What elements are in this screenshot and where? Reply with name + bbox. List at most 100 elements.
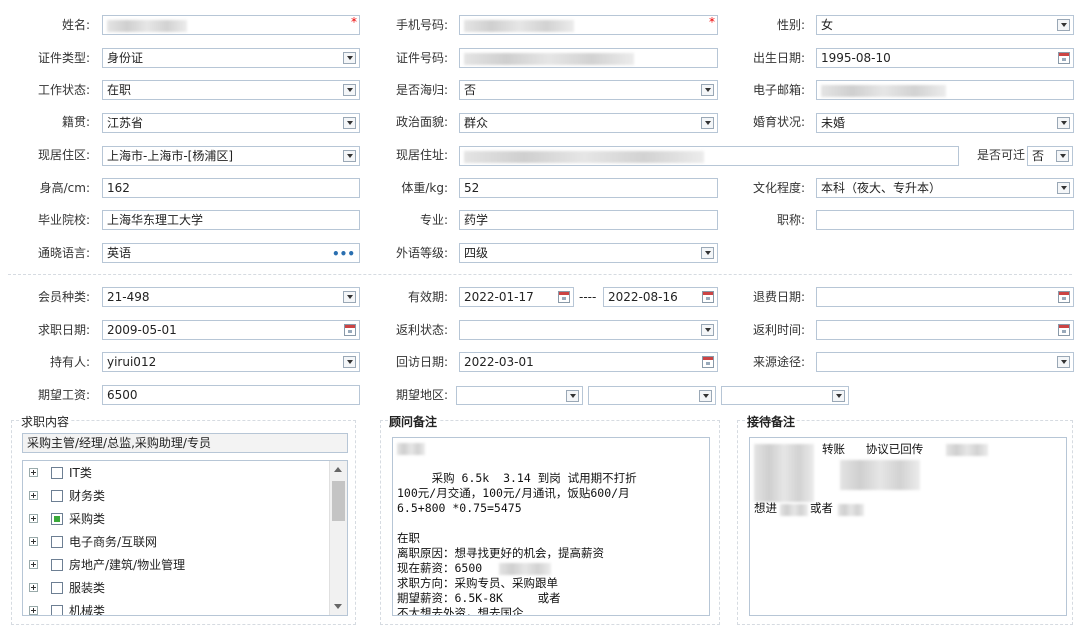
langlevel-select[interactable]: 四级 bbox=[459, 243, 718, 263]
birth-date-field[interactable]: 1995-08-10 bbox=[816, 48, 1074, 68]
scroll-down-icon[interactable] bbox=[334, 604, 342, 609]
revisit-label: 回访日期: bbox=[395, 355, 448, 369]
address-field[interactable] bbox=[459, 146, 959, 166]
chevron-down-icon[interactable] bbox=[1057, 356, 1070, 368]
redacted-text bbox=[780, 504, 808, 516]
calendar-icon[interactable] bbox=[558, 291, 570, 303]
name-label: 姓名: bbox=[61, 18, 90, 32]
title-label: 职称: bbox=[776, 213, 805, 227]
phone-field[interactable]: * bbox=[459, 15, 718, 35]
chevron-down-icon[interactable] bbox=[701, 324, 714, 336]
tree-checkbox[interactable] bbox=[51, 467, 63, 479]
chevron-down-icon[interactable] bbox=[1057, 19, 1070, 31]
revisit-date-field[interactable]: 2022-03-01 bbox=[459, 352, 718, 372]
expand-icon[interactable] bbox=[29, 537, 38, 546]
tree-checkbox[interactable] bbox=[51, 559, 63, 571]
chevron-down-icon[interactable] bbox=[1057, 182, 1070, 194]
region-district-select[interactable] bbox=[721, 386, 849, 405]
expand-icon[interactable] bbox=[29, 560, 38, 569]
phone-redacted bbox=[464, 19, 574, 32]
idtype-select[interactable]: 身份证 bbox=[102, 48, 360, 68]
tree-checkbox[interactable] bbox=[51, 536, 63, 548]
education-select[interactable]: 本科（夜大、专升本） bbox=[816, 178, 1074, 198]
calendar-icon[interactable] bbox=[1058, 291, 1070, 303]
calendar-icon[interactable] bbox=[702, 291, 714, 303]
expand-icon[interactable] bbox=[29, 468, 38, 477]
chevron-down-icon[interactable] bbox=[343, 291, 356, 303]
expand-icon[interactable] bbox=[29, 606, 38, 615]
source-select[interactable] bbox=[816, 352, 1074, 372]
chevron-down-icon[interactable] bbox=[832, 390, 845, 402]
scroll-thumb[interactable] bbox=[332, 481, 345, 521]
native-label: 籍贯: bbox=[61, 115, 90, 129]
email-field[interactable] bbox=[816, 80, 1074, 100]
validity-from-field[interactable]: 2022-01-17 bbox=[459, 287, 574, 307]
residence-select[interactable]: 上海市-上海市-[杨浦区] bbox=[102, 146, 360, 166]
major-label: 专业: bbox=[419, 213, 448, 227]
language-field[interactable]: 英语 ••• bbox=[102, 243, 360, 263]
calendar-icon[interactable] bbox=[1058, 52, 1070, 64]
chevron-down-icon[interactable] bbox=[343, 84, 356, 96]
note-line: 采购 6.5k 3.14 到岗 试用期不打折 bbox=[397, 471, 637, 485]
tree-scrollbar[interactable] bbox=[329, 461, 347, 615]
validity-to-field[interactable]: 2022-08-16 bbox=[603, 287, 718, 307]
chevron-down-icon[interactable] bbox=[701, 247, 714, 259]
tree-checkbox[interactable] bbox=[51, 582, 63, 594]
height-field[interactable]: 162 bbox=[102, 178, 360, 198]
tree-checkbox[interactable] bbox=[51, 605, 63, 615]
region-province-select[interactable] bbox=[456, 386, 583, 405]
chevron-down-icon[interactable] bbox=[1056, 150, 1069, 162]
chevron-down-icon[interactable] bbox=[701, 84, 714, 96]
consultant-title: 顾问备注 bbox=[388, 413, 439, 430]
title-field[interactable] bbox=[816, 210, 1074, 230]
weight-value: 52 bbox=[464, 181, 480, 195]
chevron-down-icon[interactable] bbox=[1057, 117, 1070, 129]
gender-value: 女 bbox=[821, 18, 834, 32]
reception-line-end-b: 或者 bbox=[810, 501, 833, 515]
school-field[interactable]: 上海华东理工大学 bbox=[102, 210, 360, 230]
tree-checkbox[interactable] bbox=[51, 490, 63, 502]
tree-checkbox[interactable] bbox=[51, 513, 63, 525]
movable-select[interactable]: 否 bbox=[1027, 146, 1073, 166]
marital-select[interactable]: 未婚 bbox=[816, 113, 1074, 133]
weight-field[interactable]: 52 bbox=[459, 178, 718, 198]
jobdate-field[interactable]: 2009-05-01 bbox=[102, 320, 360, 340]
refund-date-field[interactable] bbox=[816, 287, 1074, 307]
consultant-notes-textarea[interactable]: 采购 6.5k 3.14 到岗 试用期不打折 100元/月交通，100元/月通讯，… bbox=[392, 437, 710, 616]
more-icon[interactable]: ••• bbox=[332, 245, 355, 262]
idno-field[interactable] bbox=[459, 48, 718, 68]
chevron-down-icon[interactable] bbox=[343, 52, 356, 64]
region-city-select[interactable] bbox=[588, 386, 716, 405]
major-field[interactable]: 药学 bbox=[459, 210, 718, 230]
chevron-down-icon[interactable] bbox=[701, 117, 714, 129]
chevron-down-icon[interactable] bbox=[699, 390, 712, 402]
tree-item-label: 财务类 bbox=[69, 489, 106, 503]
calendar-icon[interactable] bbox=[1058, 324, 1070, 336]
rebate-status-select[interactable] bbox=[459, 320, 718, 340]
overseas-select[interactable]: 否 bbox=[459, 80, 718, 100]
gender-select[interactable]: 女 bbox=[816, 15, 1074, 35]
expand-icon[interactable] bbox=[29, 583, 38, 592]
calendar-icon[interactable] bbox=[344, 324, 356, 336]
workstatus-select[interactable]: 在职 bbox=[102, 80, 360, 100]
job-category-tree[interactable]: IT类 财务类 采购类 电子商务/互联网 房地产/建筑/物业管理 服装类 机械类 bbox=[22, 460, 348, 616]
member-type-select[interactable]: 21-498 bbox=[102, 287, 360, 307]
holder-select[interactable]: yirui012 bbox=[102, 352, 360, 372]
chevron-down-icon[interactable] bbox=[566, 390, 579, 402]
rebate-time-field[interactable] bbox=[816, 320, 1074, 340]
expand-icon[interactable] bbox=[29, 514, 38, 523]
salary-field[interactable]: 6500 bbox=[102, 385, 360, 405]
calendar-icon[interactable] bbox=[702, 356, 714, 368]
email-label: 电子邮箱: bbox=[752, 83, 805, 97]
expand-icon[interactable] bbox=[29, 491, 38, 500]
reception-notes-textarea[interactable]: 转账 协议已回传 想进 或者 bbox=[749, 437, 1067, 616]
tree-item-label: 服装类 bbox=[69, 581, 106, 595]
scroll-up-icon[interactable] bbox=[334, 467, 342, 472]
political-select[interactable]: 群众 bbox=[459, 113, 718, 133]
chevron-down-icon[interactable] bbox=[343, 356, 356, 368]
note-line bbox=[397, 516, 705, 531]
chevron-down-icon[interactable] bbox=[343, 117, 356, 129]
chevron-down-icon[interactable] bbox=[343, 150, 356, 162]
native-select[interactable]: 江苏省 bbox=[102, 113, 360, 133]
name-field[interactable]: * bbox=[102, 15, 360, 35]
